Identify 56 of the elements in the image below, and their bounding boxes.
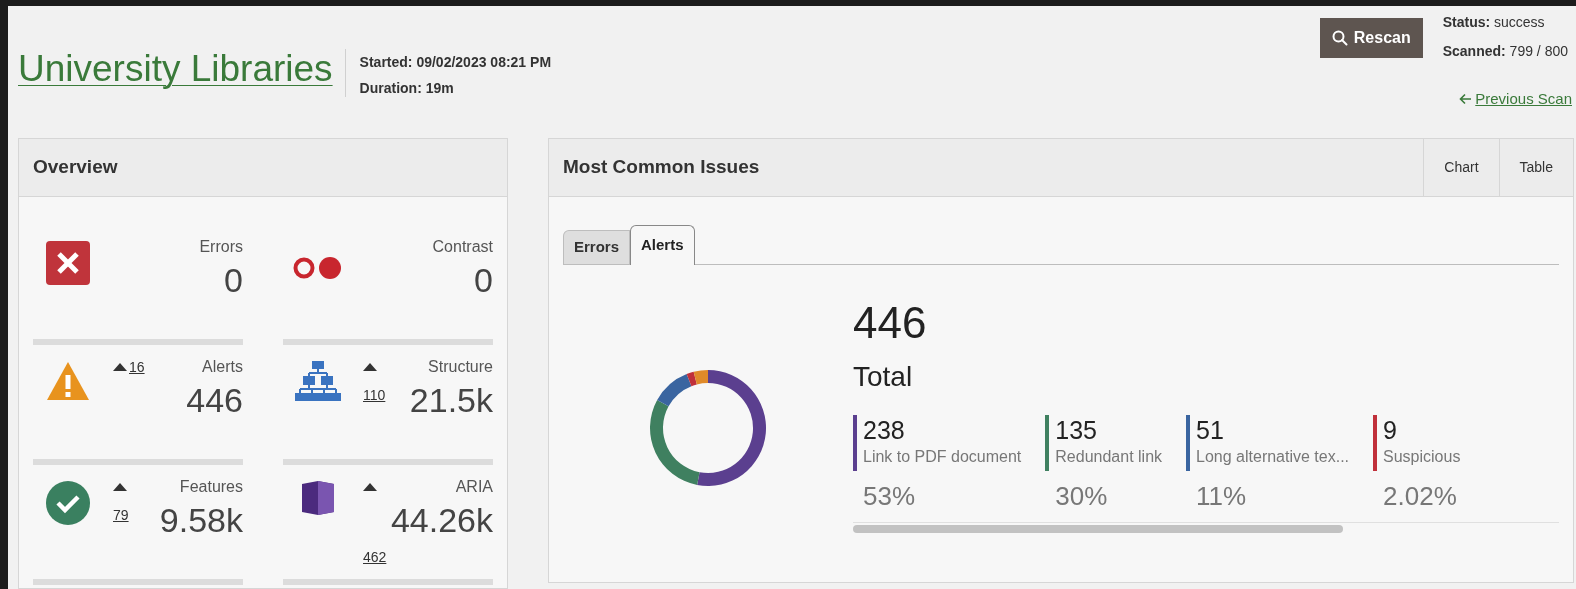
scan-status: Status: success	[1442, 13, 1546, 32]
rescan-button[interactable]: Rescan	[1319, 18, 1423, 58]
tab[interactable]: Alerts	[630, 225, 695, 265]
issue-percent: 11%	[1195, 480, 1248, 513]
panel-title: Overview	[33, 155, 118, 180]
caret-up-icon	[363, 363, 377, 371]
warning-icon	[46, 361, 90, 401]
stat-label: Features	[179, 477, 243, 497]
delta-link[interactable]: 110	[363, 385, 386, 406]
view-toggle-button[interactable]: Table	[1498, 139, 1573, 196]
delta-link[interactable]: 79	[113, 505, 129, 526]
caret-up-icon	[363, 483, 377, 491]
stat-label: Errors	[199, 237, 243, 257]
previous-scan-link[interactable]: Previous Scan	[1459, 88, 1572, 111]
contrast-circles-icon	[292, 257, 344, 279]
issue-percent: 30%	[1054, 480, 1109, 513]
stat-label: Contrast	[432, 237, 493, 257]
issue-count: 135	[1055, 415, 1098, 445]
checkmark-icon	[46, 481, 90, 525]
stat-value: 446	[186, 383, 243, 417]
hierarchy-icon	[295, 361, 341, 401]
delta-link[interactable]: 462	[363, 549, 387, 565]
caret-up-icon	[113, 483, 127, 491]
stat-value: 44.26k	[390, 503, 493, 537]
issue-label: Suspicious	[1383, 447, 1461, 467]
caret-up-icon	[113, 363, 127, 371]
panel-title: Most Common Issues	[562, 155, 761, 180]
issue-percent: 2.02%	[1382, 480, 1458, 513]
started-time: Started: 09/02/2023 08:21 PM	[359, 53, 552, 72]
tab[interactable]: Errors	[563, 230, 631, 264]
cube-icon	[301, 481, 335, 515]
stat-value: 9.58k	[159, 503, 243, 537]
issue-label: Redundant link	[1055, 447, 1163, 467]
stat-label: ARIA	[455, 477, 493, 497]
stat-value: 0	[474, 263, 493, 297]
scanned-count: Scanned: 799 / 800	[1442, 42, 1568, 61]
issue-count: 238	[863, 415, 906, 445]
view-toggle-button[interactable]: Chart	[1423, 139, 1499, 196]
issue-percent: 53%	[862, 480, 917, 513]
error-x-icon	[46, 241, 90, 285]
total-label: Total	[853, 363, 914, 391]
arrow-left-icon	[1459, 93, 1473, 106]
total-count: 446	[853, 301, 928, 345]
issue-count: 9	[1383, 415, 1398, 445]
scrollbar-thumb[interactable]	[853, 524, 1343, 533]
stat-value: 0	[224, 263, 243, 297]
stat-label: Structure	[428, 357, 493, 377]
delta-link[interactable]: 16	[129, 356, 145, 378]
stat-label: Alerts	[202, 357, 243, 377]
stat-value: 21.5k	[409, 383, 493, 417]
issue-label: Link to PDF document	[863, 447, 1022, 467]
search-icon	[1331, 30, 1348, 46]
issue-count: 51	[1196, 415, 1225, 445]
issue-label: Long alternative tex...	[1196, 447, 1350, 467]
scan-duration: Duration: 19m	[359, 79, 455, 98]
site-title[interactable]: University Libraries	[18, 46, 345, 93]
